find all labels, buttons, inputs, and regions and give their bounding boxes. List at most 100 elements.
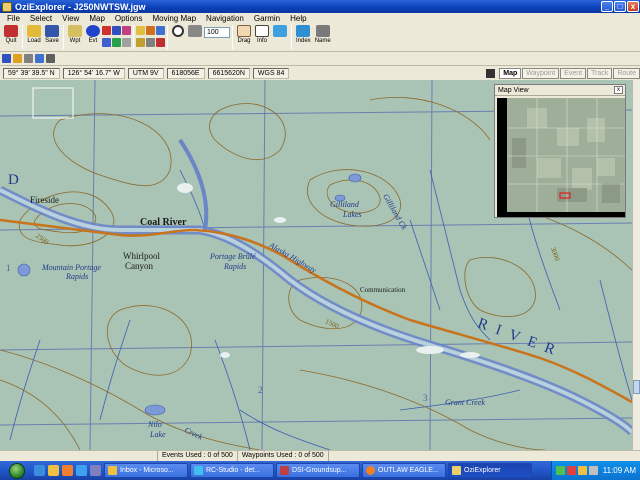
browser-icon[interactable] [76, 465, 87, 476]
zoom-level-field[interactable]: 100 [204, 27, 230, 38]
minimize-button[interactable]: _ [601, 1, 613, 12]
system-tray: 11:09 AM [550, 461, 640, 480]
toolbar-separator [291, 25, 292, 49]
move-button[interactable] [271, 24, 289, 50]
task-oziexplorer[interactable]: OziExplorer [448, 463, 532, 478]
close-button[interactable]: x [627, 1, 639, 12]
label-gilliland-lakes: Lakes [343, 210, 362, 219]
find-button[interactable] [170, 24, 186, 50]
task-rc-studio[interactable]: RC-Studio - det... [190, 463, 274, 478]
media-icon[interactable] [62, 465, 73, 476]
move-arrows-icon [273, 25, 287, 37]
latitude-readout: 59° 39' 39.5" N [3, 67, 60, 79]
main-toolbar: Quit Load Save Wpt Evt 100 Drag Info Ind… [0, 24, 640, 52]
label-coal-river: Coal River [140, 217, 187, 228]
border-icon[interactable] [146, 38, 155, 47]
info-icon [255, 25, 269, 37]
save-disk-icon[interactable] [486, 68, 496, 78]
map-view-close-button[interactable]: x [614, 86, 623, 94]
map-vertical-scrollbar[interactable] [632, 80, 640, 450]
status-blank [0, 451, 158, 461]
print-icon[interactable] [46, 54, 55, 63]
pencil-icon[interactable] [13, 54, 22, 63]
menu-map[interactable]: Map [84, 14, 110, 23]
event-button[interactable]: Evt [84, 24, 102, 50]
tab-map[interactable]: Map [499, 67, 522, 79]
longitude-readout: 126° 54' 16.7" W [62, 67, 125, 79]
track-icon[interactable] [102, 26, 111, 35]
task-inbox[interactable]: Inbox - Microso... [104, 463, 188, 478]
start-button[interactable] [0, 461, 34, 480]
nav-icon[interactable] [156, 38, 165, 47]
ie-icon[interactable] [34, 465, 45, 476]
line-icon[interactable] [122, 26, 131, 35]
tab-waypoint[interactable]: Waypoint [522, 67, 560, 79]
load-button[interactable]: Load [25, 24, 43, 50]
tab-route[interactable]: Route [613, 67, 640, 79]
menu-view[interactable]: View [57, 14, 84, 23]
label-d: D [8, 172, 19, 188]
label-communication: Communication [360, 286, 406, 294]
route-icon[interactable] [112, 26, 121, 35]
scrollbar-thumb[interactable] [633, 380, 640, 394]
point-icon[interactable] [102, 38, 111, 47]
circle-icon[interactable] [112, 38, 121, 47]
overlay-icon[interactable] [156, 26, 165, 35]
quit-button[interactable]: Quit [2, 24, 20, 50]
tray-volume-icon[interactable] [588, 466, 598, 475]
grid-icon[interactable] [136, 26, 145, 35]
menu-options[interactable]: Options [110, 14, 148, 23]
tray-update-icon[interactable] [577, 466, 587, 475]
save-button[interactable]: Save [43, 24, 61, 50]
show-desktop-icon[interactable] [90, 465, 101, 476]
grid-toggle-icon[interactable] [35, 54, 44, 63]
index-icon [296, 25, 311, 37]
task-dsi-groundsup[interactable]: DSI-Groundsup... [276, 463, 360, 478]
clock[interactable]: 11:09 AM [603, 466, 636, 475]
zoom-button[interactable] [186, 24, 204, 50]
tray-security-icon[interactable] [566, 466, 576, 475]
label-portage-brule-rapids: Rapids [224, 262, 247, 271]
copy-icon[interactable] [24, 54, 33, 63]
firefox-icon [366, 466, 375, 475]
map-view-overview[interactable] [497, 98, 625, 217]
map-view-window[interactable]: Map View x [494, 84, 626, 218]
toolbar-separator [133, 25, 134, 49]
easting-readout: 618056E [166, 67, 205, 79]
menu-navigation[interactable]: Navigation [201, 14, 249, 23]
magnifier-icon [172, 25, 184, 37]
route-tools [102, 26, 131, 49]
toolbar-separator [22, 25, 23, 49]
tray-network-icon[interactable] [555, 466, 565, 475]
label-mountain-portage: Mountain Portage [42, 263, 101, 272]
datum-readout: WGS 84 [252, 67, 290, 79]
measure-icon[interactable] [122, 38, 131, 47]
map-tools [136, 26, 165, 49]
calibrate-icon[interactable] [136, 38, 145, 47]
document-icon [280, 466, 289, 475]
outlook-icon[interactable] [48, 465, 59, 476]
maximize-button[interactable]: □ [614, 1, 626, 12]
index-button[interactable]: Index [294, 24, 313, 50]
label-canyon: Canyon [125, 261, 153, 271]
menu-help[interactable]: Help [285, 14, 311, 23]
drag-button[interactable]: Drag [235, 24, 253, 50]
menu-select[interactable]: Select [25, 14, 57, 23]
label-fireside: Fireside [30, 195, 59, 205]
waypoint-button[interactable]: Wpt [66, 24, 84, 50]
label-whirlpool: Whirlpool [123, 251, 160, 261]
pointer-icon[interactable] [2, 54, 11, 63]
events-used: Events Used : 0 of 500 [158, 451, 238, 461]
tab-track[interactable]: Track [587, 67, 613, 79]
label-mountain-portage-rapids: Rapids [66, 272, 89, 281]
info-button[interactable]: Info [253, 24, 271, 50]
layer-icon[interactable] [146, 26, 155, 35]
map-view-titlebar[interactable]: Map View x [495, 85, 625, 96]
tab-event[interactable]: Event [560, 67, 587, 79]
menu-file[interactable]: File [2, 14, 25, 23]
task-outlaw-eagle[interactable]: OUTLAW EAGLE... [362, 463, 446, 478]
name-button[interactable]: Name [313, 24, 333, 50]
menu-moving-map[interactable]: Moving Map [147, 14, 201, 23]
menu-garmin[interactable]: Garmin [249, 14, 285, 23]
map-view-title: Map View [498, 86, 529, 94]
